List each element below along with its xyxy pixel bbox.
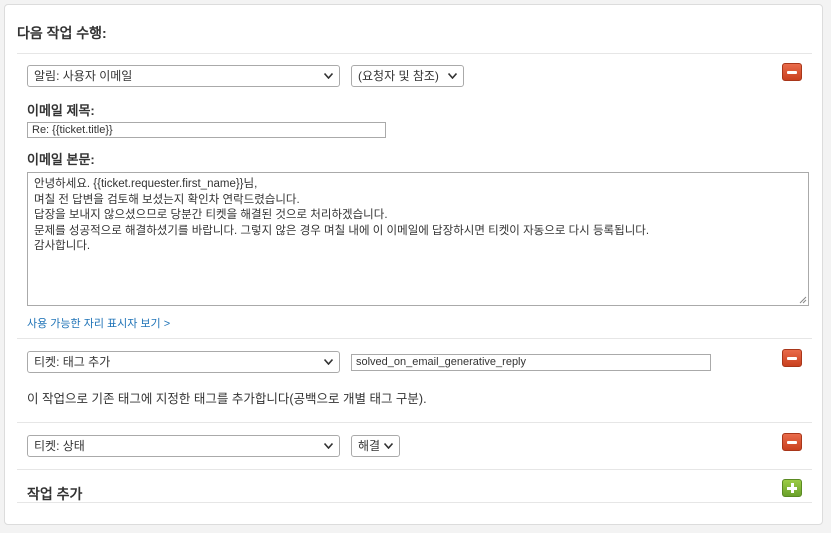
email-body-line: 며칠 전 답변을 검토해 보셨는지 확인차 연락드렸습니다.: [34, 193, 300, 206]
chevron-down-icon: [448, 73, 457, 79]
email-body-line: 안녕하세요. {{ticket.requester.first_name}}님,: [34, 178, 258, 190]
resize-grip-icon[interactable]: [798, 295, 807, 304]
minus-icon: [787, 71, 797, 74]
divider: [17, 422, 812, 423]
placeholders-link[interactable]: 사용 가능한 자리 표시자 보기 >: [27, 315, 170, 331]
add-action-label[interactable]: 작업 추가: [27, 484, 82, 504]
status-value: 해결: [358, 439, 381, 453]
divider: [17, 338, 812, 339]
action-type-select-tags[interactable]: 티켓: 태그 추가: [27, 351, 340, 373]
email-body-line: 문제를 성공적으로 해결하셨기를 바랍니다. 그렇지 않은 경우 며칠 내에 이…: [34, 224, 650, 237]
chevron-down-icon: [324, 443, 333, 449]
actions-panel: 다음 작업 수행: 알림: 사용자 이메일 (요청자 및 참조) 이메일 제목:…: [4, 4, 823, 525]
tags-description: 이 작업으로 기존 태그에 지정한 태그를 추가합니다(공백으로 개별 태그 구…: [27, 392, 427, 406]
minus-icon: [787, 357, 797, 360]
action-type-select-email[interactable]: 알림: 사용자 이메일: [27, 65, 340, 87]
add-action-button[interactable]: [782, 479, 802, 497]
email-body-line: 감사합니다.: [34, 240, 91, 252]
divider: [17, 469, 812, 470]
email-subject-label: 이메일 제목:: [27, 103, 95, 118]
recipient-select[interactable]: (요청자 및 참조): [351, 65, 464, 87]
email-body-line: 답장을 보내지 않으셨으므로 당분간 티켓을 해결된 것으로 처리하겠습니다.: [34, 209, 388, 221]
chevron-down-icon: [324, 73, 333, 79]
remove-action-button[interactable]: [782, 63, 802, 81]
section-title: 다음 작업 수행:: [17, 25, 107, 41]
action-type-value: 티켓: 상태: [34, 439, 85, 453]
action-type-value: 티켓: 태그 추가: [34, 355, 111, 369]
chevron-down-icon: [384, 443, 393, 449]
action-type-select-status[interactable]: 티켓: 상태: [27, 435, 340, 457]
action-type-value: 알림: 사용자 이메일: [34, 69, 133, 83]
chevron-down-icon: [324, 359, 333, 365]
divider: [17, 502, 812, 503]
email-body-textarea[interactable]: 안녕하세요. {{ticket.requester.first_name}}님,…: [27, 172, 809, 306]
tags-input[interactable]: solved_on_email_generative_reply: [351, 354, 711, 371]
remove-action-button[interactable]: [782, 433, 802, 451]
remove-action-button[interactable]: [782, 349, 802, 367]
minus-icon: [787, 441, 797, 444]
email-body-label: 이메일 본문:: [27, 152, 95, 167]
plus-icon-stroke: [790, 483, 794, 493]
email-subject-input[interactable]: Re: {{ticket.title}}: [27, 122, 386, 138]
divider: [17, 53, 812, 54]
status-select[interactable]: 해결: [351, 435, 400, 457]
recipient-value: (요청자 및 참조): [358, 69, 439, 83]
